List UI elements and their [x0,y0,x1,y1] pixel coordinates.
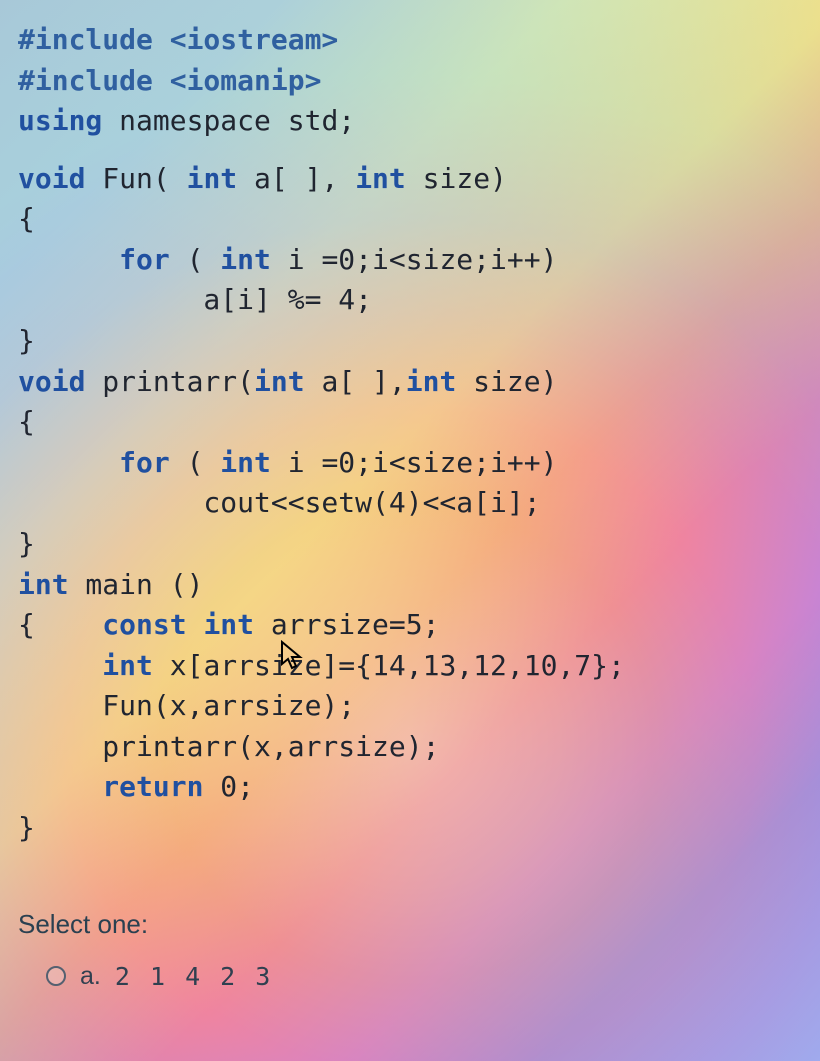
code-text: printarr( [85,365,254,398]
code-type: int [220,243,271,276]
code-text: a[ ], [237,162,355,195]
code-text: a[ ], [305,365,406,398]
code-text: printarr(x,arrsize); [18,730,439,763]
code-type: int [187,162,238,195]
code-type: int [220,446,271,479]
code-text: Fun( [85,162,186,195]
code-text: size) [456,365,557,398]
code-line: #include <iomanip> [18,64,321,97]
code-text [18,770,102,803]
code-text [18,649,102,682]
code-text: { [18,608,102,641]
code-text: } [18,527,35,560]
code-text: { [18,202,35,235]
code-text: x[arrsize]={14,13,12,10,7}; [153,649,625,682]
code-type: int [254,365,305,398]
code-text: i =0;i<size;i++) [271,446,558,479]
code-text: ( [170,243,221,276]
code-keyword: void [18,162,85,195]
code-keyword: using [18,104,102,137]
code-text: namespace std; [102,104,355,137]
code-line: #include <iostream> [18,23,338,56]
code-text: ( [170,446,221,479]
code-text: i =0;i<size;i++) [271,243,558,276]
question-prompt: Select one: [18,909,820,940]
code-text: 0; [203,770,254,803]
code-text: cout<<setw(4)<<a[i]; [18,486,541,519]
code-text: } [18,811,35,844]
code-keyword: for [18,446,170,479]
code-keyword: for [18,243,170,276]
code-type: int [102,649,153,682]
code-keyword: return [102,770,203,803]
code-text: { [18,405,35,438]
code-keyword: void [18,365,85,398]
option-label: a. [80,962,101,991]
code-keyword: const int [102,608,254,641]
code-text: } [18,324,35,357]
code-text: a[i] %= 4; [18,283,372,316]
code-text: arrsize=5; [254,608,439,641]
code-type: int [355,162,406,195]
option-a[interactable]: a. 2 1 4 2 3 [18,962,820,991]
radio-icon[interactable] [46,966,66,986]
question-block: Select one: a. 2 1 4 2 3 [0,909,820,991]
code-type: int [18,568,69,601]
code-text: Fun(x,arrsize); [18,689,355,722]
code-text: main () [69,568,204,601]
code-type: int [406,365,457,398]
option-value: 2 1 4 2 3 [115,962,273,991]
code-text: size) [406,162,507,195]
code-block: #include <iostream> #include <iomanip> u… [0,0,820,869]
